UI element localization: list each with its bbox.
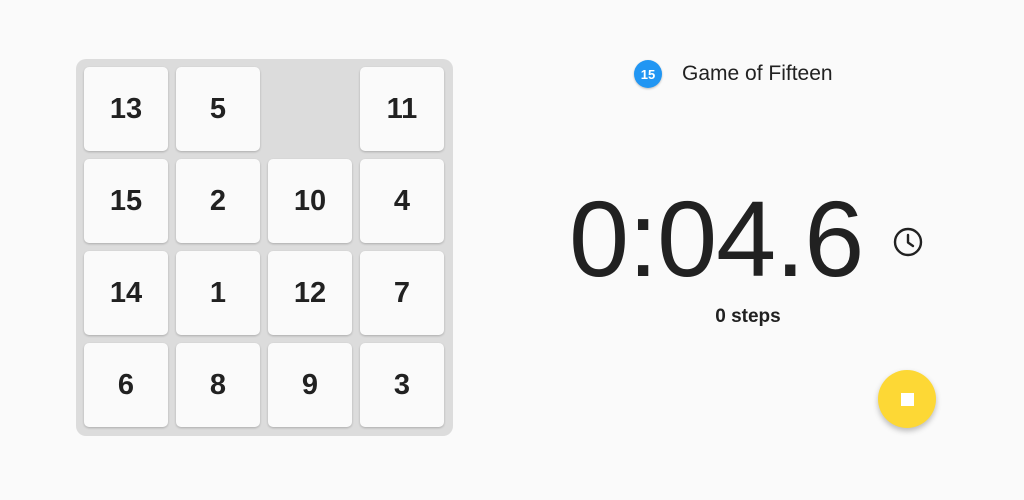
tile[interactable]: 9 xyxy=(268,343,352,427)
steps-counter: 0 steps xyxy=(715,306,781,327)
app-title: Game of Fifteen xyxy=(682,62,833,85)
tile[interactable]: 7 xyxy=(360,251,444,335)
tile[interactable]: 3 xyxy=(360,343,444,427)
tile[interactable]: 11 xyxy=(360,67,444,151)
app-header: 15 Game of Fifteen xyxy=(634,60,833,88)
tile[interactable]: 15 xyxy=(84,159,168,243)
tile[interactable]: 6 xyxy=(84,343,168,427)
tile[interactable]: 12 xyxy=(268,251,352,335)
stop-button[interactable] xyxy=(878,370,936,428)
timer-display: 0:04.6 xyxy=(569,178,864,299)
tile[interactable]: 8 xyxy=(176,343,260,427)
tile[interactable]: 1 xyxy=(176,251,260,335)
tile[interactable]: 5 xyxy=(176,67,260,151)
clock-icon[interactable] xyxy=(892,226,924,258)
stop-icon xyxy=(900,392,914,406)
tile[interactable]: 14 xyxy=(84,251,168,335)
app-logo: 15 xyxy=(634,60,662,88)
game-board: 13 5 11 15 2 10 4 14 1 12 7 6 8 9 3 xyxy=(76,59,453,436)
tile[interactable]: 10 xyxy=(268,159,352,243)
tile[interactable]: 2 xyxy=(176,159,260,243)
tile[interactable]: 4 xyxy=(360,159,444,243)
tile[interactable]: 13 xyxy=(84,67,168,151)
